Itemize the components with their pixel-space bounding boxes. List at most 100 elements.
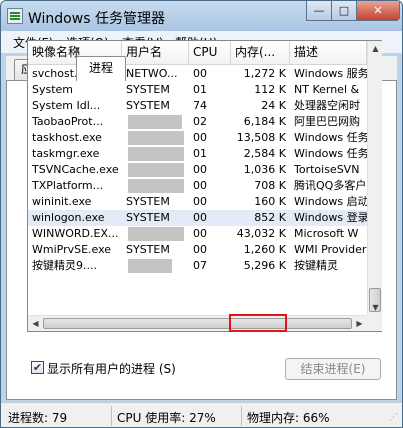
tab-processes[interactable]: 进程 [76, 56, 126, 81]
process-user-cell: SYSTEM [126, 83, 170, 96]
process-desc-cell: 腾讯QQ多客户 [294, 179, 367, 192]
process-user-cell [126, 114, 188, 130]
process-user-cell: SYSTEM [126, 195, 170, 208]
process-memory-cell: 13,508 K [236, 131, 286, 144]
column-username[interactable]: 用户名 [122, 41, 189, 65]
process-row[interactable]: TSVNCache.exe 00 1,036 K TortoiseSVN [28, 162, 367, 178]
process-memory-cell: 112 K [254, 83, 286, 96]
column-cpu[interactable]: CPU [189, 41, 231, 65]
process-memory-cell: 852 K [254, 211, 286, 224]
scroll-right-arrow-icon[interactable]: ▶ [352, 316, 367, 331]
process-name-cell: winlogon.exe [32, 211, 105, 224]
process-user-cell [126, 130, 188, 146]
process-name-cell: TaobaoProt... [32, 115, 104, 128]
process-name-cell: TSVNCache.exe [32, 163, 119, 176]
process-name-cell: taskmgr.exe [32, 147, 100, 160]
title-bar[interactable]: Windows 任务管理器 — □ ✕ [1, 1, 402, 31]
scrollbar-corner [367, 315, 382, 331]
memory-highlight-box [229, 314, 287, 332]
process-row[interactable]: WINWORD.EX... 00 43,032 K Microsoft W [28, 226, 367, 242]
process-memory-cell: 1,260 K [243, 243, 286, 256]
maximize-button[interactable]: □ [331, 1, 357, 21]
show-all-users-label[interactable]: 显示所有用户的进程 (S) [47, 360, 176, 377]
process-row[interactable]: 按键精灵9.... 07 5,296 K 按键精灵 [28, 258, 367, 274]
process-row[interactable]: winlogon.exe SYSTEM 00 852 K Windows 登录 [28, 210, 367, 226]
redacted-username [128, 147, 184, 161]
process-memory-cell: 160 K [254, 195, 286, 208]
status-bar: 进程数: 79 CPU 使用率: 27% 物理内存: 66% ⋰ [1, 402, 402, 427]
scroll-left-arrow-icon[interactable]: ◀ [28, 316, 43, 331]
process-desc-cell: Windows 启动 [294, 195, 367, 208]
process-cpu-cell: 02 [193, 115, 207, 128]
process-desc-cell: WMI Provider [294, 243, 367, 256]
process-row[interactable]: TaobaoProt... 02 6,184 K 阿里巴巴网购 [28, 114, 367, 130]
process-row[interactable]: taskmgr.exe 01 2,584 K Windows 任务 [28, 146, 367, 162]
process-row[interactable]: WmiPrvSE.exe SYSTEM 00 1,260 K WMI Provider [28, 242, 367, 258]
process-cpu-cell: 01 [193, 147, 207, 160]
process-cpu-cell: 00 [193, 163, 207, 176]
process-memory-cell: 6,184 K [243, 115, 286, 128]
process-desc-cell: Windows 登录 [294, 211, 367, 224]
process-name-cell: WINWORD.EX... [32, 227, 119, 240]
process-name-cell: wininit.exe [32, 195, 92, 208]
scroll-up-arrow-icon[interactable]: ▲ [368, 41, 383, 56]
process-memory-cell: 1,272 K [243, 67, 286, 80]
resize-grip-icon[interactable]: ⋰ [389, 413, 398, 423]
process-cpu-cell: 00 [193, 131, 207, 144]
process-user-cell [126, 162, 188, 178]
redacted-username [128, 259, 172, 273]
column-description[interactable]: 描述 [290, 41, 367, 65]
process-name-cell: System Idl... [32, 99, 101, 112]
process-desc-cell: 处理器空闲时 [294, 99, 360, 112]
status-cpu-usage: CPU 使用率: 27% [117, 411, 216, 425]
process-cpu-cell: 74 [193, 99, 207, 112]
process-row[interactable]: System Idl... SYSTEM 74 24 K 处理器空闲时 [28, 98, 367, 114]
process-name-cell: TXPlatform... [32, 179, 104, 192]
process-cpu-cell: 01 [193, 83, 207, 96]
process-name-cell: WmiPrvSE.exe [32, 243, 112, 256]
process-user-cell: SYSTEM [126, 211, 170, 224]
process-desc-cell: NT Kernel & [294, 83, 360, 96]
process-user-cell [126, 178, 188, 194]
vertical-scrollbar[interactable]: ▲ ▼ [367, 41, 382, 315]
minimize-button[interactable]: — [306, 1, 332, 21]
redacted-username [128, 179, 184, 193]
horizontal-scroll-thumb[interactable] [43, 318, 352, 329]
status-physical-memory: 物理内存: 66% [247, 411, 330, 425]
horizontal-scrollbar[interactable]: ◀ ▶ [28, 315, 367, 331]
redacted-username [128, 163, 184, 177]
process-user-cell [126, 258, 188, 274]
redacted-username [128, 227, 184, 241]
process-row[interactable]: wininit.exe SYSTEM 00 160 K Windows 启动 [28, 194, 367, 210]
process-desc-cell: 按键精灵 [294, 259, 338, 272]
process-memory-cell: 2,584 K [243, 147, 286, 160]
process-name-cell: System [32, 83, 74, 96]
process-list[interactable]: ▲ 映像名称 用户名 CPU 内存(... 描述 svchost.exe NETW… [27, 40, 382, 332]
column-image-name-label: 映像名称 [32, 45, 81, 59]
process-row[interactable]: System SYSTEM 01 112 K NT Kernel & [28, 82, 367, 98]
process-user-cell [126, 146, 188, 162]
process-memory-cell: 1,036 K [243, 163, 286, 176]
redacted-username [128, 131, 184, 145]
redacted-username [128, 115, 182, 129]
process-desc-cell: Microsoft W [294, 227, 359, 240]
process-memory-cell: 5,296 K [243, 259, 286, 272]
process-cpu-cell: 07 [193, 259, 207, 272]
process-cpu-cell: 00 [193, 211, 207, 224]
process-name-cell: 按键精灵9.... [32, 259, 97, 272]
task-manager-icon [7, 8, 23, 24]
process-cpu-cell: 00 [193, 179, 207, 192]
process-desc-cell: TortoiseSVN [294, 163, 360, 176]
process-cpu-cell: 00 [193, 243, 207, 256]
close-button[interactable]: ✕ [356, 1, 400, 21]
process-cpu-cell: 00 [193, 227, 207, 240]
show-all-users-checkbox[interactable]: ✔ [31, 361, 44, 374]
process-name-cell: taskhost.exe [32, 131, 102, 144]
scroll-down-arrow-icon[interactable]: ▼ [368, 300, 383, 315]
process-row[interactable]: TXPlatform... 00 708 K 腾讯QQ多客户 [28, 178, 367, 194]
process-row[interactable]: taskhost.exe 00 13,508 K Windows 任务 [28, 130, 367, 146]
column-memory[interactable]: 内存(... [231, 41, 290, 65]
end-process-button[interactable]: 结束进程(E) [285, 358, 381, 380]
process-user-cell [126, 226, 188, 242]
status-process-count: 进程数: 79 [8, 411, 68, 425]
